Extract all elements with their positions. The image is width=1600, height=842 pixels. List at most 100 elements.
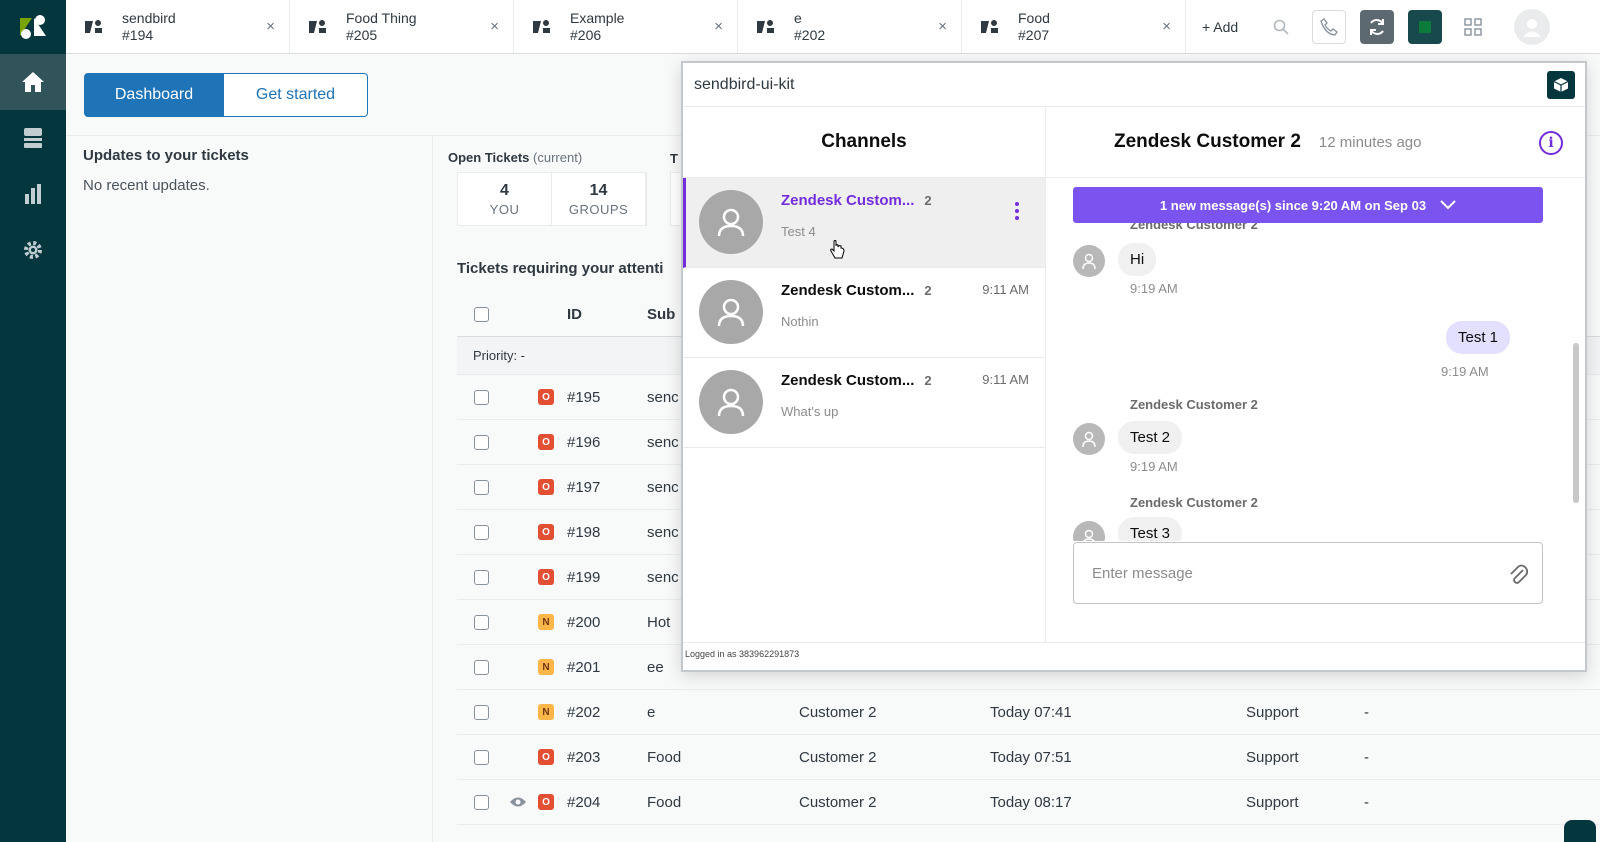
stat-groups[interactable]: 14 GROUPS bbox=[552, 173, 646, 225]
row-checkbox[interactable] bbox=[473, 659, 489, 675]
message-bubble: Test 2 bbox=[1118, 421, 1183, 454]
row-checkbox[interactable] bbox=[473, 434, 489, 450]
row-checkbox[interactable] bbox=[473, 794, 489, 810]
reporting-icon[interactable] bbox=[0, 166, 66, 222]
channel-name: Zendesk Custom... bbox=[781, 282, 915, 299]
ticket-group: Support bbox=[1246, 793, 1299, 811]
status-badge: O bbox=[538, 569, 554, 585]
tab-title: Food bbox=[1018, 9, 1050, 26]
channel-avatar-icon bbox=[699, 280, 763, 344]
app-root: sendbird #194 × Food Thing #205 × Example #… bbox=[0, 0, 1600, 842]
ticket-id[interactable]: #203 bbox=[561, 749, 647, 766]
tab-close-icon[interactable]: × bbox=[266, 18, 275, 35]
row-checkbox[interactable] bbox=[473, 479, 489, 495]
message-scrollbar[interactable] bbox=[1573, 343, 1579, 503]
channel-timestamp: 9:11 AM bbox=[982, 282, 1029, 297]
conversation-last-seen: 12 minutes ago bbox=[1318, 133, 1422, 151]
select-all-checkbox[interactable] bbox=[473, 306, 489, 322]
settings-gear-icon[interactable] bbox=[0, 222, 66, 278]
updates-empty-text: No recent updates. bbox=[83, 177, 210, 194]
divider bbox=[432, 135, 433, 842]
ticket-tab[interactable]: Example #206 × bbox=[514, 0, 738, 53]
channel-more-icon[interactable] bbox=[1015, 202, 1019, 223]
status-badge: N bbox=[538, 614, 554, 630]
sendbird-app-icon[interactable] bbox=[1408, 9, 1443, 44]
ticket-tab[interactable]: Food Thing #205 × bbox=[290, 0, 514, 53]
ticket-id[interactable]: #195 bbox=[561, 389, 647, 406]
stat-number: 14 bbox=[589, 181, 608, 199]
tab-close-icon[interactable]: × bbox=[938, 18, 947, 35]
ticket-tab[interactable]: Food #207 × bbox=[962, 0, 1186, 53]
ticket-id[interactable]: #201 bbox=[561, 659, 647, 676]
channel-member-count: 2 bbox=[924, 373, 932, 388]
ticket-requester: Customer 2 bbox=[799, 748, 877, 766]
zendesk-logo-icon[interactable] bbox=[0, 0, 66, 54]
ticket-subject[interactable]: Food bbox=[647, 749, 799, 766]
ticket-subject[interactable]: Food bbox=[647, 794, 799, 811]
channel-item[interactable]: Zendesk Custom... 2 Nothin 9:11 AM bbox=[683, 268, 1045, 358]
row-checkbox[interactable] bbox=[473, 389, 489, 405]
ticket-tab[interactable]: e #202 × bbox=[738, 0, 962, 53]
tab-close-icon[interactable]: × bbox=[1162, 18, 1171, 35]
tab-close-icon[interactable]: × bbox=[714, 18, 723, 35]
search-icon[interactable] bbox=[1264, 10, 1298, 44]
ticket-requester: Customer 2 bbox=[799, 703, 877, 721]
get-started-button[interactable]: Get started bbox=[224, 73, 368, 117]
stat-label: GROUPS bbox=[568, 201, 629, 217]
column-id[interactable]: ID bbox=[561, 306, 647, 323]
row-checkbox[interactable] bbox=[473, 704, 489, 720]
tab-close-icon[interactable]: × bbox=[490, 18, 499, 35]
channel-item[interactable]: Zendesk Custom... 2 What's up 9:11 AM bbox=[683, 358, 1045, 448]
sender-avatar-icon bbox=[1073, 245, 1105, 277]
channel-member-count: 2 bbox=[924, 283, 932, 298]
tab-ticket-number: #207 bbox=[1018, 26, 1050, 43]
ticket-tab-icon bbox=[532, 19, 554, 35]
refresh-app-icon[interactable] bbox=[1360, 9, 1395, 44]
ticket-id[interactable]: #197 bbox=[561, 479, 647, 496]
dashboard-button[interactable]: Dashboard bbox=[84, 73, 224, 117]
ticket-subject[interactable]: e bbox=[647, 704, 799, 721]
apps-grid-icon[interactable] bbox=[1456, 10, 1490, 44]
info-icon[interactable]: i bbox=[1539, 131, 1563, 155]
ticket-updated: Today 07:51 bbox=[990, 748, 1072, 766]
ticket-stats-box bbox=[670, 172, 680, 226]
attach-file-icon[interactable] bbox=[1508, 563, 1529, 589]
ticket-id[interactable]: #202 bbox=[561, 704, 647, 721]
panel-title: sendbird-ui-kit bbox=[694, 75, 795, 93]
message-bubble: Hi bbox=[1118, 243, 1157, 276]
dashboard-toggle: Dashboard Get started bbox=[84, 73, 368, 117]
table-row[interactable]: O #204 Food Customer 2 Today 08:17 Support - bbox=[457, 780, 1600, 825]
row-checkbox[interactable] bbox=[473, 749, 489, 765]
channel-avatar-icon bbox=[699, 370, 763, 434]
tab-title: sendbird bbox=[122, 9, 176, 26]
phone-icon[interactable] bbox=[1312, 9, 1347, 44]
stat-you[interactable]: 4 YOU bbox=[458, 173, 552, 225]
user-avatar-icon[interactable] bbox=[1514, 8, 1551, 45]
viewing-eye-icon bbox=[505, 796, 531, 808]
row-checkbox[interactable] bbox=[473, 614, 489, 630]
row-checkbox[interactable] bbox=[473, 524, 489, 540]
updates-section: Updates to your tickets No recent update… bbox=[83, 147, 249, 194]
table-row[interactable]: O #203 Food Customer 2 Today 07:51 Support - bbox=[457, 735, 1600, 780]
ticket-id[interactable]: #196 bbox=[561, 434, 647, 451]
tab-title: Example bbox=[570, 9, 625, 26]
views-icon[interactable] bbox=[0, 110, 66, 166]
corner-help-button[interactable] bbox=[1564, 820, 1596, 842]
top-icon-group bbox=[1264, 0, 1551, 53]
ticket-stats-title: T bbox=[670, 151, 678, 166]
message-input[interactable]: Enter message bbox=[1073, 542, 1543, 604]
status-badge: O bbox=[538, 479, 554, 495]
row-checkbox[interactable] bbox=[473, 569, 489, 585]
home-icon[interactable] bbox=[0, 54, 66, 110]
ticket-id[interactable]: #200 bbox=[561, 614, 647, 631]
channels-header: Channels bbox=[683, 107, 1045, 178]
ticket-id[interactable]: #204 bbox=[561, 794, 647, 811]
ticket-id[interactable]: #199 bbox=[561, 569, 647, 586]
ticket-id[interactable]: #198 bbox=[561, 524, 647, 541]
table-row[interactable]: N #202 e Customer 2 Today 07:41 Support - bbox=[457, 690, 1600, 735]
ticket-tab[interactable]: sendbird #194 × bbox=[66, 0, 290, 53]
channel-item[interactable]: Zendesk Custom... 2 Test 4 bbox=[683, 178, 1045, 268]
new-messages-banner[interactable]: 1 new message(s) since 9:20 AM on Sep 03 bbox=[1073, 187, 1543, 223]
logged-in-footer: Logged in as 383962291873 bbox=[683, 642, 1585, 670]
add-tab-button[interactable]: + Add bbox=[1186, 0, 1254, 53]
